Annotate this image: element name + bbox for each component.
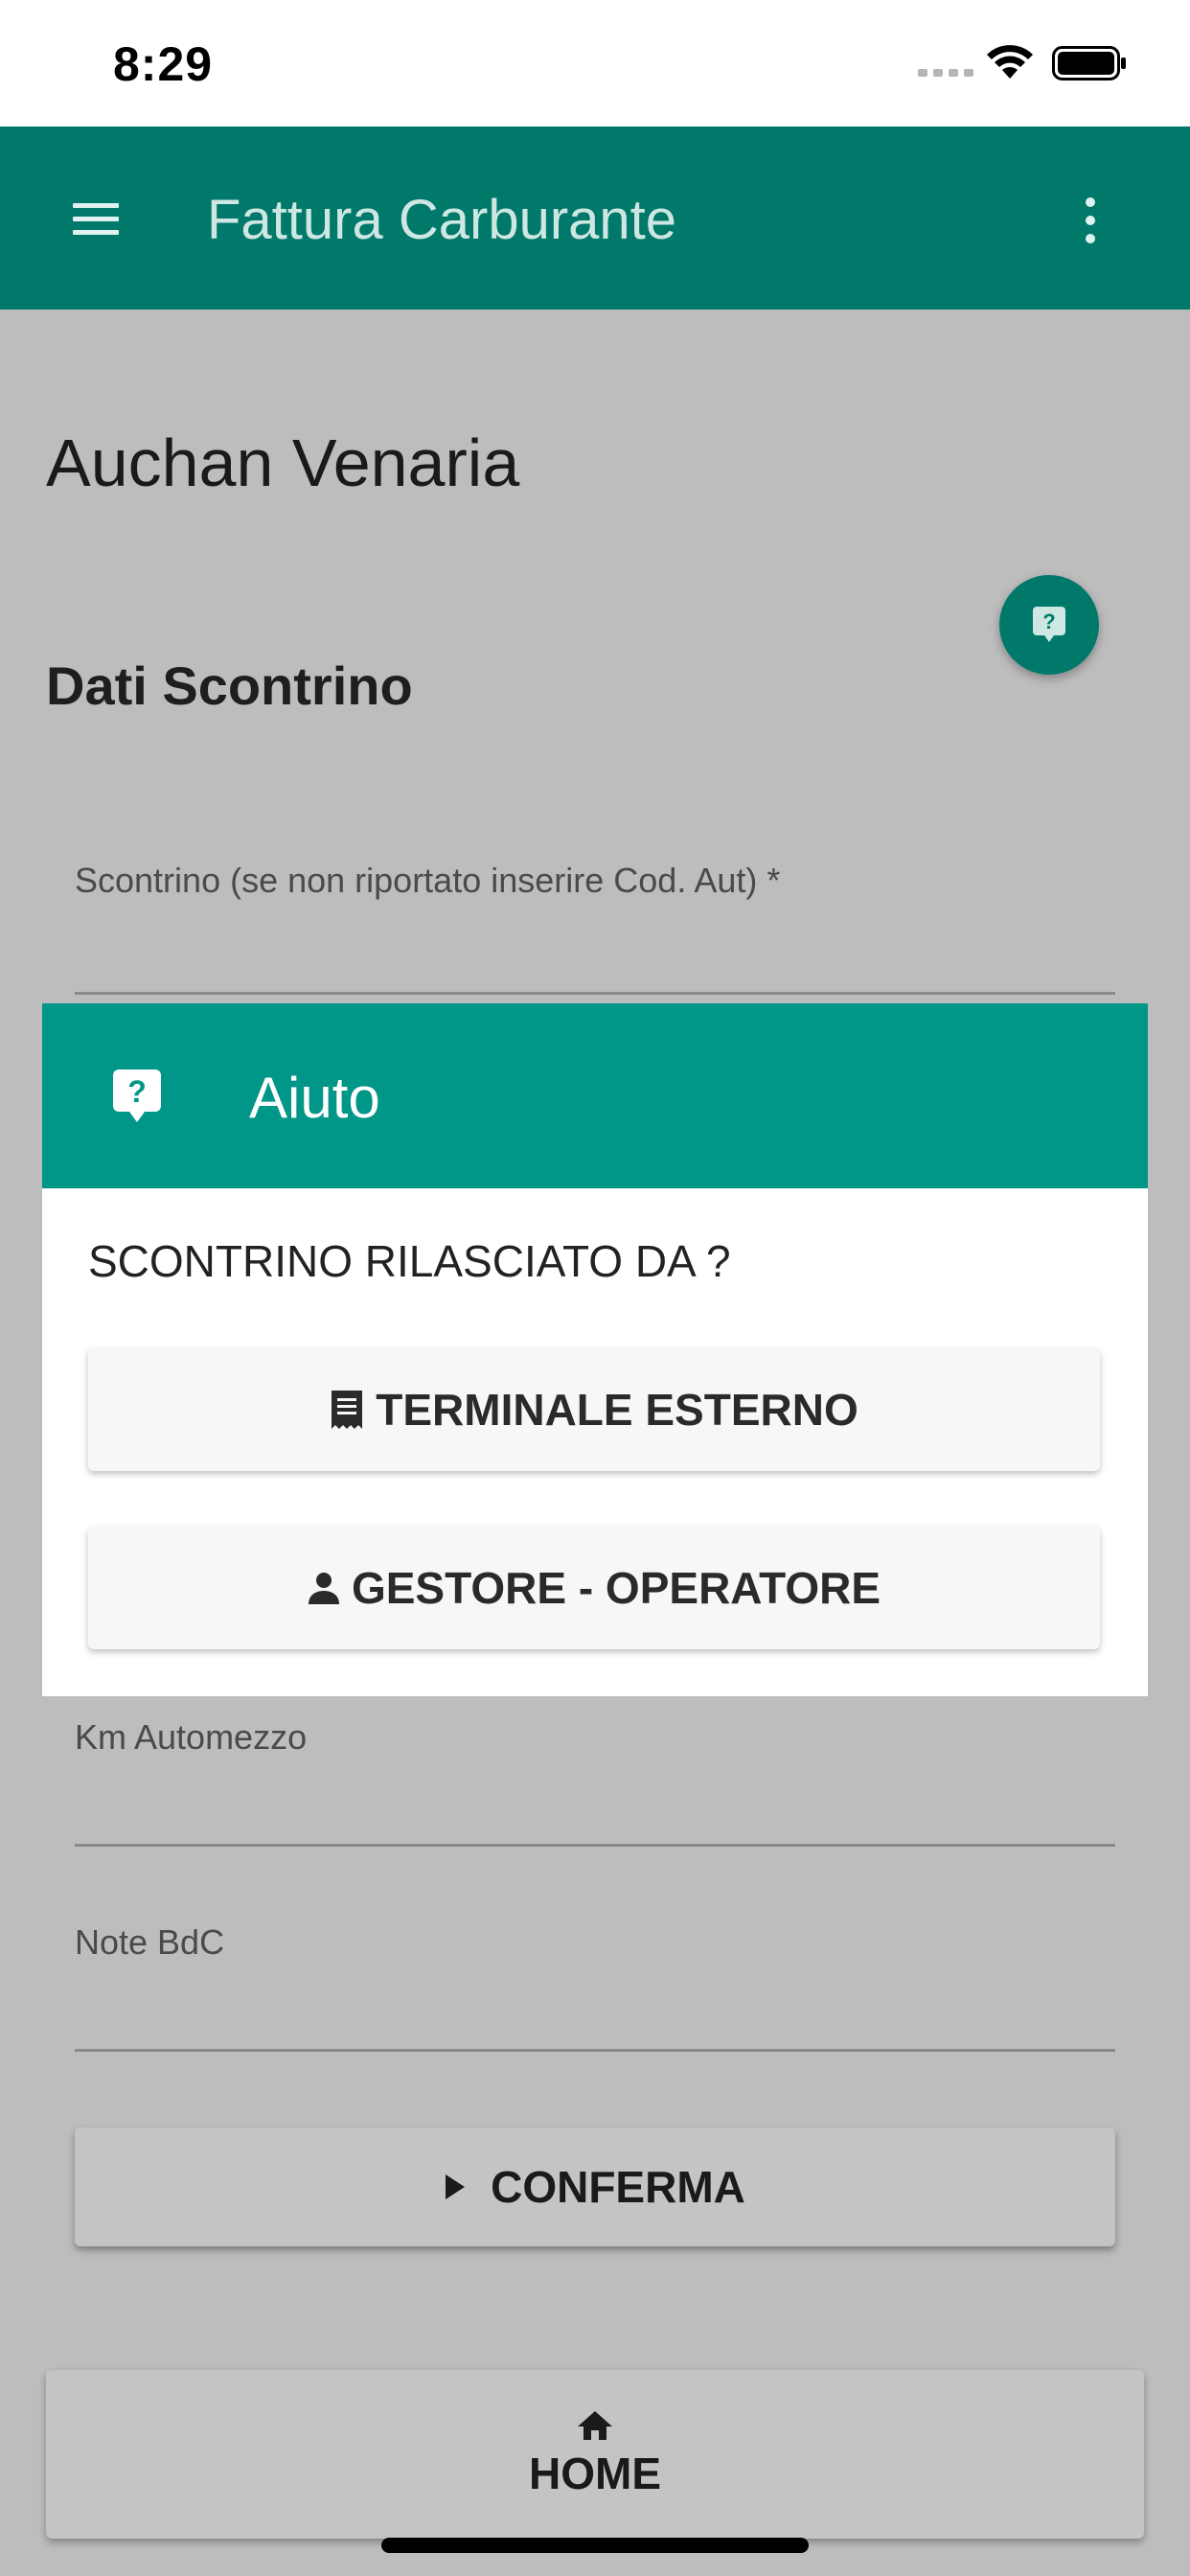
play-arrow-icon [446,2174,466,2199]
status-bar: 8:29 [0,0,1190,126]
km-field-label: Km Automezzo [75,1717,308,1757]
dialog-title: Aiuto [249,1066,380,1130]
status-time: 8:29 [113,37,214,91]
confirm-button[interactable]: CONFERMA [75,2128,1115,2246]
app-title: Fattura Carburante [207,189,677,251]
operator-label: GESTORE - OPERATORE [351,1563,881,1613]
cellular-signal-icon [918,69,973,77]
person-icon [308,1573,339,1604]
help-icon: ? [1033,607,1065,642]
home-label: HOME [529,2449,661,2498]
help-button[interactable]: ? [999,575,1099,675]
dialog-header: ? Aiuto [42,1003,1148,1188]
wifi-icon [987,45,1033,79]
receipt-field-label: Scontrino (se non riportato inserire Cod… [75,861,781,900]
confirm-label: CONFERMA [491,2162,745,2212]
home-button[interactable]: HOME [46,2370,1144,2539]
app-bar: Fattura Carburante [0,126,1190,310]
operator-button[interactable]: GESTORE - OPERATORE [88,1527,1100,1649]
menu-icon[interactable] [73,203,119,235]
help-dialog: ? Aiuto SCONTRINO RILASCIATO DA ? TERMIN… [42,1003,1148,1696]
battery-icon [1052,46,1126,80]
external-terminal-label: TERMINALE ESTERNO [376,1385,858,1435]
dialog-question: SCONTRINO RILASCIATO DA ? [88,1236,731,1286]
home-indicator [381,2538,809,2553]
receipt-field[interactable]: Scontrino (se non riportato inserire Cod… [75,861,1115,995]
svg-text:?: ? [1042,610,1055,633]
section-title: Dati Scontrino [46,656,413,716]
more-options-icon[interactable] [1079,197,1102,243]
home-icon [578,2411,612,2440]
external-terminal-button[interactable]: TERMINALE ESTERNO [88,1348,1100,1471]
km-field[interactable]: Km Automezzo [75,1717,1115,1847]
station-name: Auchan Venaria [46,426,520,500]
note-field[interactable]: Note BdC [75,1922,1115,2052]
svg-text:?: ? [127,1074,147,1109]
receipt-icon [332,1391,363,1429]
note-field-label: Note BdC [75,1922,225,1962]
help-icon: ? [113,1070,161,1122]
